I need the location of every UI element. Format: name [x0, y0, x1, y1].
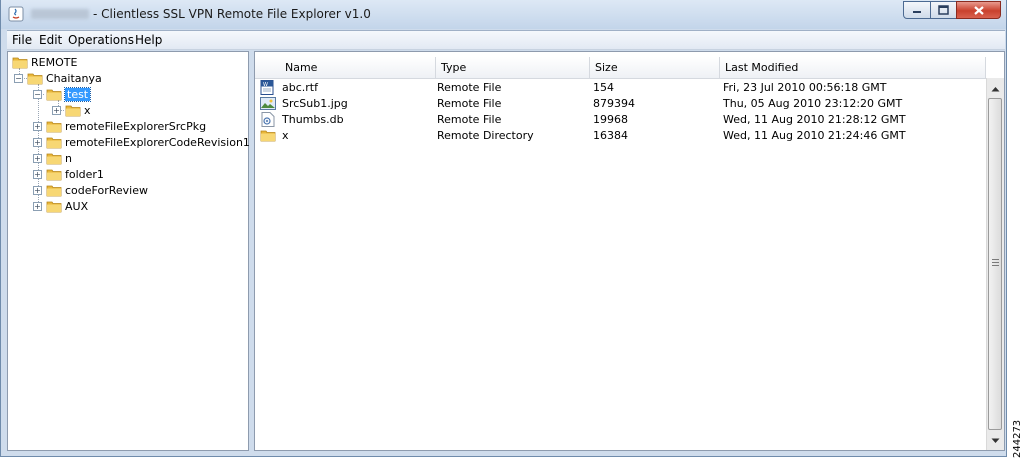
- arrow-down-icon: [991, 438, 1000, 443]
- grip-icon: [992, 259, 999, 267]
- folder-icon: [65, 103, 81, 117]
- tree-item-label: remoteFileExplorerSrcPkg: [65, 119, 207, 133]
- tree-item-label: folder1: [65, 167, 104, 181]
- tree-item[interactable]: REMOTE: [12, 54, 77, 70]
- close-button[interactable]: [956, 1, 1001, 19]
- folder-tree-panel[interactable]: REMOTE − Chaitanya − test + x + remoteFileExplor…: [7, 51, 250, 451]
- cell-size: 879394: [593, 97, 635, 110]
- folder-icon: [46, 167, 62, 181]
- folder-icon: [46, 199, 62, 213]
- cell-modified: Fri, 23 Jul 2010 00:56:18 GMT: [723, 81, 887, 94]
- column-header: Name Type Size Last Modified: [255, 57, 986, 79]
- close-icon: [973, 5, 984, 15]
- cell-modified: Wed, 11 Aug 2010 21:24:46 GMT: [723, 129, 906, 142]
- tree-item[interactable]: + n: [33, 150, 72, 166]
- expand-icon[interactable]: +: [33, 201, 42, 211]
- folder-icon: [46, 183, 62, 197]
- tree-item-label: remoteFileExplorerCodeRevision1: [65, 135, 250, 149]
- menu-help[interactable]: Help: [135, 33, 162, 47]
- menu-file[interactable]: File: [12, 33, 32, 47]
- svg-text:W: W: [263, 82, 268, 88]
- arrow-up-icon: [991, 86, 1000, 91]
- expand-icon[interactable]: +: [33, 185, 42, 195]
- minimize-button[interactable]: [903, 1, 931, 19]
- column-name[interactable]: Name: [280, 57, 436, 78]
- cell-name: SrcSub1.jpg: [282, 97, 348, 110]
- redacted-host-label: [31, 9, 89, 19]
- file-list-panel[interactable]: Name Type Size Last Modified Wabc.rtf Rem…: [254, 51, 1005, 451]
- cell-name: abc.rtf: [282, 81, 318, 94]
- tree-item[interactable]: + x: [52, 102, 91, 118]
- tree-item[interactable]: − test: [33, 86, 92, 102]
- expand-icon[interactable]: +: [33, 153, 42, 163]
- table-row[interactable]: Wabc.rtf Remote File 154 Fri, 23 Jul 2010 0…: [255, 80, 986, 96]
- collapse-icon[interactable]: −: [14, 73, 23, 83]
- menu-operations[interactable]: Operations: [68, 33, 134, 47]
- minimize-icon: [913, 11, 921, 13]
- table-row[interactable]: SrcSub1.jpg Remote File 879394 Thu, 05 Aug …: [255, 96, 986, 112]
- folder-icon: [46, 151, 62, 165]
- cell-type: Remote File: [437, 113, 502, 126]
- menu-bar: File Edit Operations Help: [7, 30, 1005, 50]
- tree-item-label: x: [84, 103, 91, 117]
- folder-icon: [46, 119, 62, 133]
- folder-icon: [46, 87, 62, 101]
- maximize-button[interactable]: [930, 1, 957, 19]
- rtf-document-icon: W: [260, 80, 276, 95]
- title-bar[interactable]: - Clientless SSL VPN Remote File Explore…: [1, 0, 1006, 29]
- column-type[interactable]: Type: [436, 57, 590, 78]
- table-row[interactable]: x Remote Directory 16384 Wed, 11 Aug 2010 2…: [255, 128, 986, 144]
- scroll-up-button[interactable]: [987, 80, 1004, 97]
- table-row[interactable]: Thumbs.db Remote File 19968 Wed, 11 Aug 201…: [255, 112, 986, 128]
- tree-item[interactable]: + remoteFileExplorerSrcPkg: [33, 118, 206, 134]
- expand-icon[interactable]: +: [33, 121, 42, 131]
- scrollbar-thumb[interactable]: [988, 98, 1002, 430]
- tree-item-label: n: [65, 151, 72, 165]
- expand-icon[interactable]: +: [33, 137, 42, 147]
- column-last-modified[interactable]: Last Modified: [720, 57, 986, 78]
- database-file-icon: [260, 112, 276, 127]
- java-app-icon: [8, 6, 24, 22]
- cell-type: Remote File: [437, 97, 502, 110]
- scroll-down-button[interactable]: [987, 432, 1004, 449]
- expand-icon[interactable]: +: [33, 169, 42, 179]
- cell-modified: Thu, 05 Aug 2010 23:12:20 GMT: [723, 97, 903, 110]
- tree-item-label: codeForReview: [65, 183, 148, 197]
- tree-item[interactable]: + AUX: [33, 198, 88, 214]
- figure-number: 244273: [1012, 419, 1023, 458]
- folder-icon: [27, 71, 43, 85]
- cell-name: x: [282, 129, 289, 142]
- column-size[interactable]: Size: [590, 57, 720, 78]
- tree-item[interactable]: + folder1: [33, 166, 104, 182]
- tree-item-label: Chaitanya: [46, 71, 102, 85]
- tree-item[interactable]: + codeForReview: [33, 182, 148, 198]
- tree-item[interactable]: − Chaitanya: [14, 70, 102, 86]
- vertical-scrollbar[interactable]: [986, 78, 1004, 450]
- collapse-icon[interactable]: −: [33, 89, 42, 99]
- cell-name: Thumbs.db: [282, 113, 344, 126]
- folder-icon: [260, 128, 276, 143]
- folder-icon: [46, 135, 62, 149]
- cell-size: 154: [593, 81, 614, 94]
- cell-type: Remote Directory: [437, 129, 534, 142]
- maximize-icon: [938, 5, 949, 15]
- tree-item[interactable]: + remoteFileExplorerCodeRevision1: [33, 134, 250, 150]
- cell-size: 19968: [593, 113, 628, 126]
- expand-icon[interactable]: +: [52, 105, 61, 115]
- image-file-icon: [260, 96, 276, 111]
- cell-type: Remote File: [437, 81, 502, 94]
- cell-modified: Wed, 11 Aug 2010 21:28:12 GMT: [723, 113, 906, 126]
- tree-item-label: AUX: [65, 199, 89, 213]
- menu-edit[interactable]: Edit: [39, 33, 62, 47]
- window-title: - Clientless SSL VPN Remote File Explore…: [93, 7, 371, 21]
- tree-item-label: test: [63, 86, 92, 102]
- cell-size: 16384: [593, 129, 628, 142]
- folder-icon: [12, 55, 28, 69]
- tree-item-label: REMOTE: [31, 55, 78, 69]
